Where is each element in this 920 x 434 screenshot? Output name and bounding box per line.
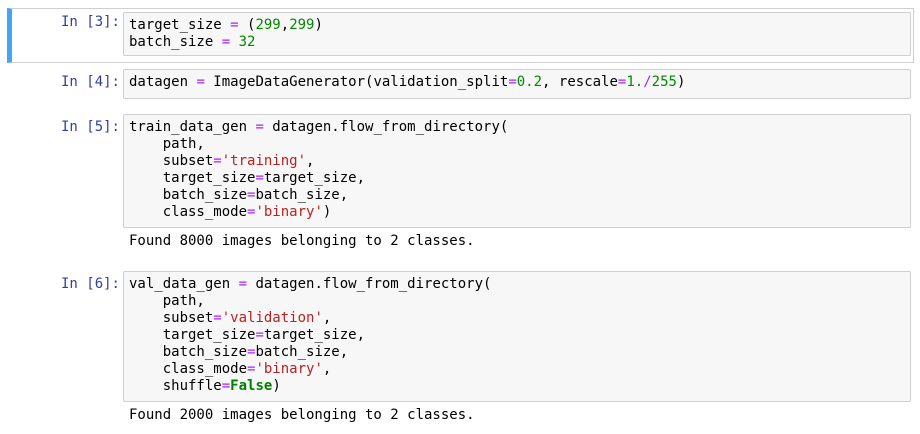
cell-output: Found 8000 images belonging to 2 classes… (129, 233, 475, 249)
code-line: batch_size=batch_size, (129, 187, 905, 204)
code-token: batch_size (129, 34, 222, 50)
code-line: subset='validation', (129, 310, 905, 327)
code-token: = (230, 17, 239, 33)
code-token: path, (129, 293, 205, 309)
code-token: , rescale (542, 74, 618, 90)
code-input[interactable]: datagen = ImageDataGenerator(validation_… (123, 69, 911, 99)
code-token: 32 (238, 34, 256, 50)
code-token: , (280, 17, 290, 33)
code-token: 'training' (221, 153, 307, 169)
code-token: target_size (129, 327, 256, 343)
code-token: / (643, 74, 652, 90)
code-token: False (230, 378, 273, 394)
code-line: val_data_gen = datagen.flow_from_directo… (129, 276, 905, 293)
code-line: target_size=target_size, (129, 327, 905, 344)
code-token: 'validation' (221, 310, 323, 326)
code-line: class_mode='binary') (129, 204, 905, 221)
code-token: class_mode (129, 204, 248, 220)
code-token: = (196, 74, 205, 90)
code-token: = (213, 310, 222, 326)
code-token: = (238, 276, 248, 292)
code-token: , (322, 310, 332, 326)
code-input[interactable]: target_size = (299,299) batch_size = 32 (123, 12, 911, 56)
code-token: datagen (129, 74, 197, 90)
code-token: ImageDataGenerator(validation_split (204, 74, 509, 90)
code-token: 0.2 (516, 74, 543, 90)
code-token: 'binary' (255, 361, 323, 377)
code-token: class_mode (129, 361, 248, 377)
code-token: = (221, 34, 231, 50)
code-line: shuffle=False) (129, 378, 905, 395)
code-token: 'binary' (255, 204, 323, 220)
code-token: ) (314, 17, 323, 33)
code-token: target_size (129, 17, 231, 33)
code-token: ) (272, 378, 281, 394)
code-token: 299 (255, 17, 281, 33)
code-token: train_data_gen (129, 119, 256, 135)
cell-prompt: In [5]: (60, 119, 120, 135)
code-token: = (221, 378, 231, 394)
code-input[interactable]: val_data_gen = datagen.flow_from_directo… (123, 271, 911, 402)
cell-prompt: In [6]: (60, 276, 120, 292)
code-token: datagen.flow_from_directory( (263, 119, 509, 135)
code-token: batch_size (129, 344, 248, 360)
code-cell-5[interactable]: In [5]: train_data_gen = datagen.flow_fr… (7, 111, 914, 261)
code-cell-3[interactable]: In [3]: target_size = (299,299) batch_siz… (7, 8, 914, 63)
code-token: batch_size (129, 187, 248, 203)
code-line: batch_size=batch_size, (129, 344, 905, 361)
code-token: subset (129, 310, 214, 326)
code-token: path, (129, 136, 205, 152)
code-input[interactable]: train_data_gen = datagen.flow_from_direc… (123, 114, 911, 228)
code-token: = (255, 119, 264, 135)
code-token: target_size (129, 170, 256, 186)
code-line: subset='training', (129, 153, 905, 170)
code-token: ) (676, 74, 686, 90)
code-line: target_size = (299,299) (129, 17, 905, 34)
code-token: = (508, 74, 517, 90)
code-token: , (306, 153, 315, 169)
code-token: shuffle (129, 378, 222, 394)
code-cell-4[interactable]: In [4]: datagen = ImageDataGenerator(val… (7, 67, 914, 105)
code-token: 1. (626, 74, 644, 90)
cell-output: Found 2000 images belonging to 2 classes… (129, 407, 475, 423)
code-token: 299 (289, 17, 315, 33)
code-line: datagen = ImageDataGenerator(validation_… (129, 74, 905, 91)
code-token: subset (129, 153, 214, 169)
code-line: path, (129, 136, 905, 153)
code-token: target_size, (263, 170, 366, 186)
code-token: ( (238, 17, 256, 33)
code-line: target_size=target_size, (129, 170, 905, 187)
cell-prompt: In [3]: (60, 14, 120, 30)
code-cell-6[interactable]: In [6]: val_data_gen = datagen.flow_from… (7, 268, 914, 432)
code-token: = (213, 153, 222, 169)
code-token: batch_size, (255, 187, 349, 203)
code-token: 255 (651, 74, 677, 90)
code-token: = (255, 170, 264, 186)
code-token: target_size, (263, 327, 366, 343)
code-token: batch_size, (255, 344, 349, 360)
code-line: train_data_gen = datagen.flow_from_direc… (129, 119, 905, 136)
code-line: batch_size = 32 (129, 34, 905, 51)
cell-prompt: In [4]: (60, 74, 120, 90)
code-token: ) (322, 204, 332, 220)
code-token: = (255, 327, 264, 343)
code-token: , (322, 361, 332, 377)
code-token: datagen.flow_from_directory( (247, 276, 492, 292)
code-line: class_mode='binary', (129, 361, 905, 378)
code-token: val_data_gen (129, 276, 239, 292)
code-line: path, (129, 293, 905, 310)
